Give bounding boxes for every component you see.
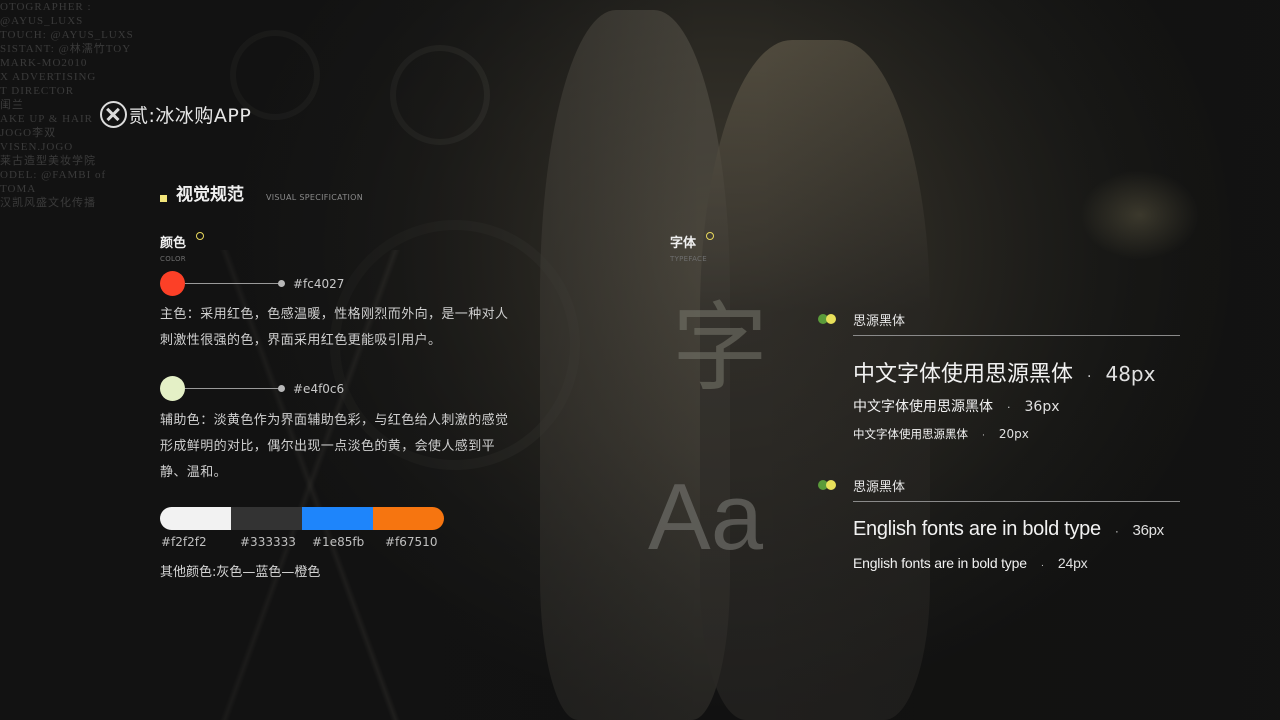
secondary-color-swatch <box>160 376 185 401</box>
typeface-label: 字体 TYPEFACE <box>670 236 707 263</box>
secondary-color-hex: #e4f0c6 <box>293 381 345 396</box>
font-group-cn: 思源黑体 中文字体使用思源黑体 · 48px 中文字体使用思源黑体 · 36px… <box>818 310 1180 442</box>
swatch-hex: #333333 <box>240 535 296 549</box>
toggle-icon <box>818 314 838 324</box>
font-name: 思源黑体 <box>853 313 906 329</box>
close-circle-icon <box>100 101 127 128</box>
ring-icon <box>706 232 714 240</box>
secondary-color-description: 辅助色：淡黄色作为界面辅助色彩，与红色给人刺激的感觉 形成鲜明的对比，偶尔出现一… <box>160 413 509 480</box>
swatch-gray-dark <box>231 507 302 530</box>
square-bullet-icon <box>160 195 167 202</box>
other-colors-hexes: #f2f2f2 #333333 #1e85fb #f67510 <box>160 535 450 551</box>
sample-glyph-en: Aa <box>648 464 763 569</box>
secondary-color-row: #e4f0c6 <box>160 376 344 401</box>
font-group-en: 思源黑体 English fonts are in bold type · 36… <box>818 476 1180 571</box>
swatch-hex: #1e85fb <box>312 535 365 549</box>
ring-icon <box>196 232 204 240</box>
primary-color-row: #fc4027 <box>160 271 344 296</box>
swatch-hex: #f2f2f2 <box>161 535 207 549</box>
page-title: 贰:冰冰购APP <box>129 105 252 127</box>
font-name: 思源黑体 <box>853 479 906 495</box>
swatch-blue <box>302 507 373 530</box>
section-title: 视觉规范 VISUAL SPECIFICATION <box>160 180 363 205</box>
primary-color-description: 主色：采用红色，色感温暖，性格刚烈而外向，是一种对人 刺激性很强的色，界面采用红… <box>160 307 509 348</box>
font-sample-row: 中文字体使用思源黑体 · 36px <box>853 399 1060 415</box>
swatch-orange <box>373 507 444 530</box>
primary-color-swatch <box>160 271 185 296</box>
sample-glyph-cn: 字 <box>672 292 768 404</box>
swatch-hex: #f67510 <box>385 535 438 549</box>
color-label: 颜色 COLOR <box>160 236 187 263</box>
swatch-gray-light <box>160 507 231 530</box>
primary-color-hex: #fc4027 <box>293 276 345 291</box>
toggle-icon <box>818 480 838 490</box>
font-sample-row: English fonts are in bold type · 36px <box>853 518 1164 540</box>
other-colors-caption: 其他颜色:灰色—蓝色—橙色 <box>160 565 321 580</box>
section-title-cn: 视觉规范 <box>176 185 244 205</box>
section-title-en: VISUAL SPECIFICATION <box>266 193 364 202</box>
page-header: 贰:冰冰购APP <box>100 101 251 128</box>
font-sample-row: English fonts are in bold type · 24px <box>853 555 1088 571</box>
font-sample-row: 中文字体使用思源黑体 · 20px <box>853 427 1029 441</box>
font-sample-row: 中文字体使用思源黑体 · 48px <box>853 362 1156 387</box>
other-colors-bar <box>160 507 444 530</box>
